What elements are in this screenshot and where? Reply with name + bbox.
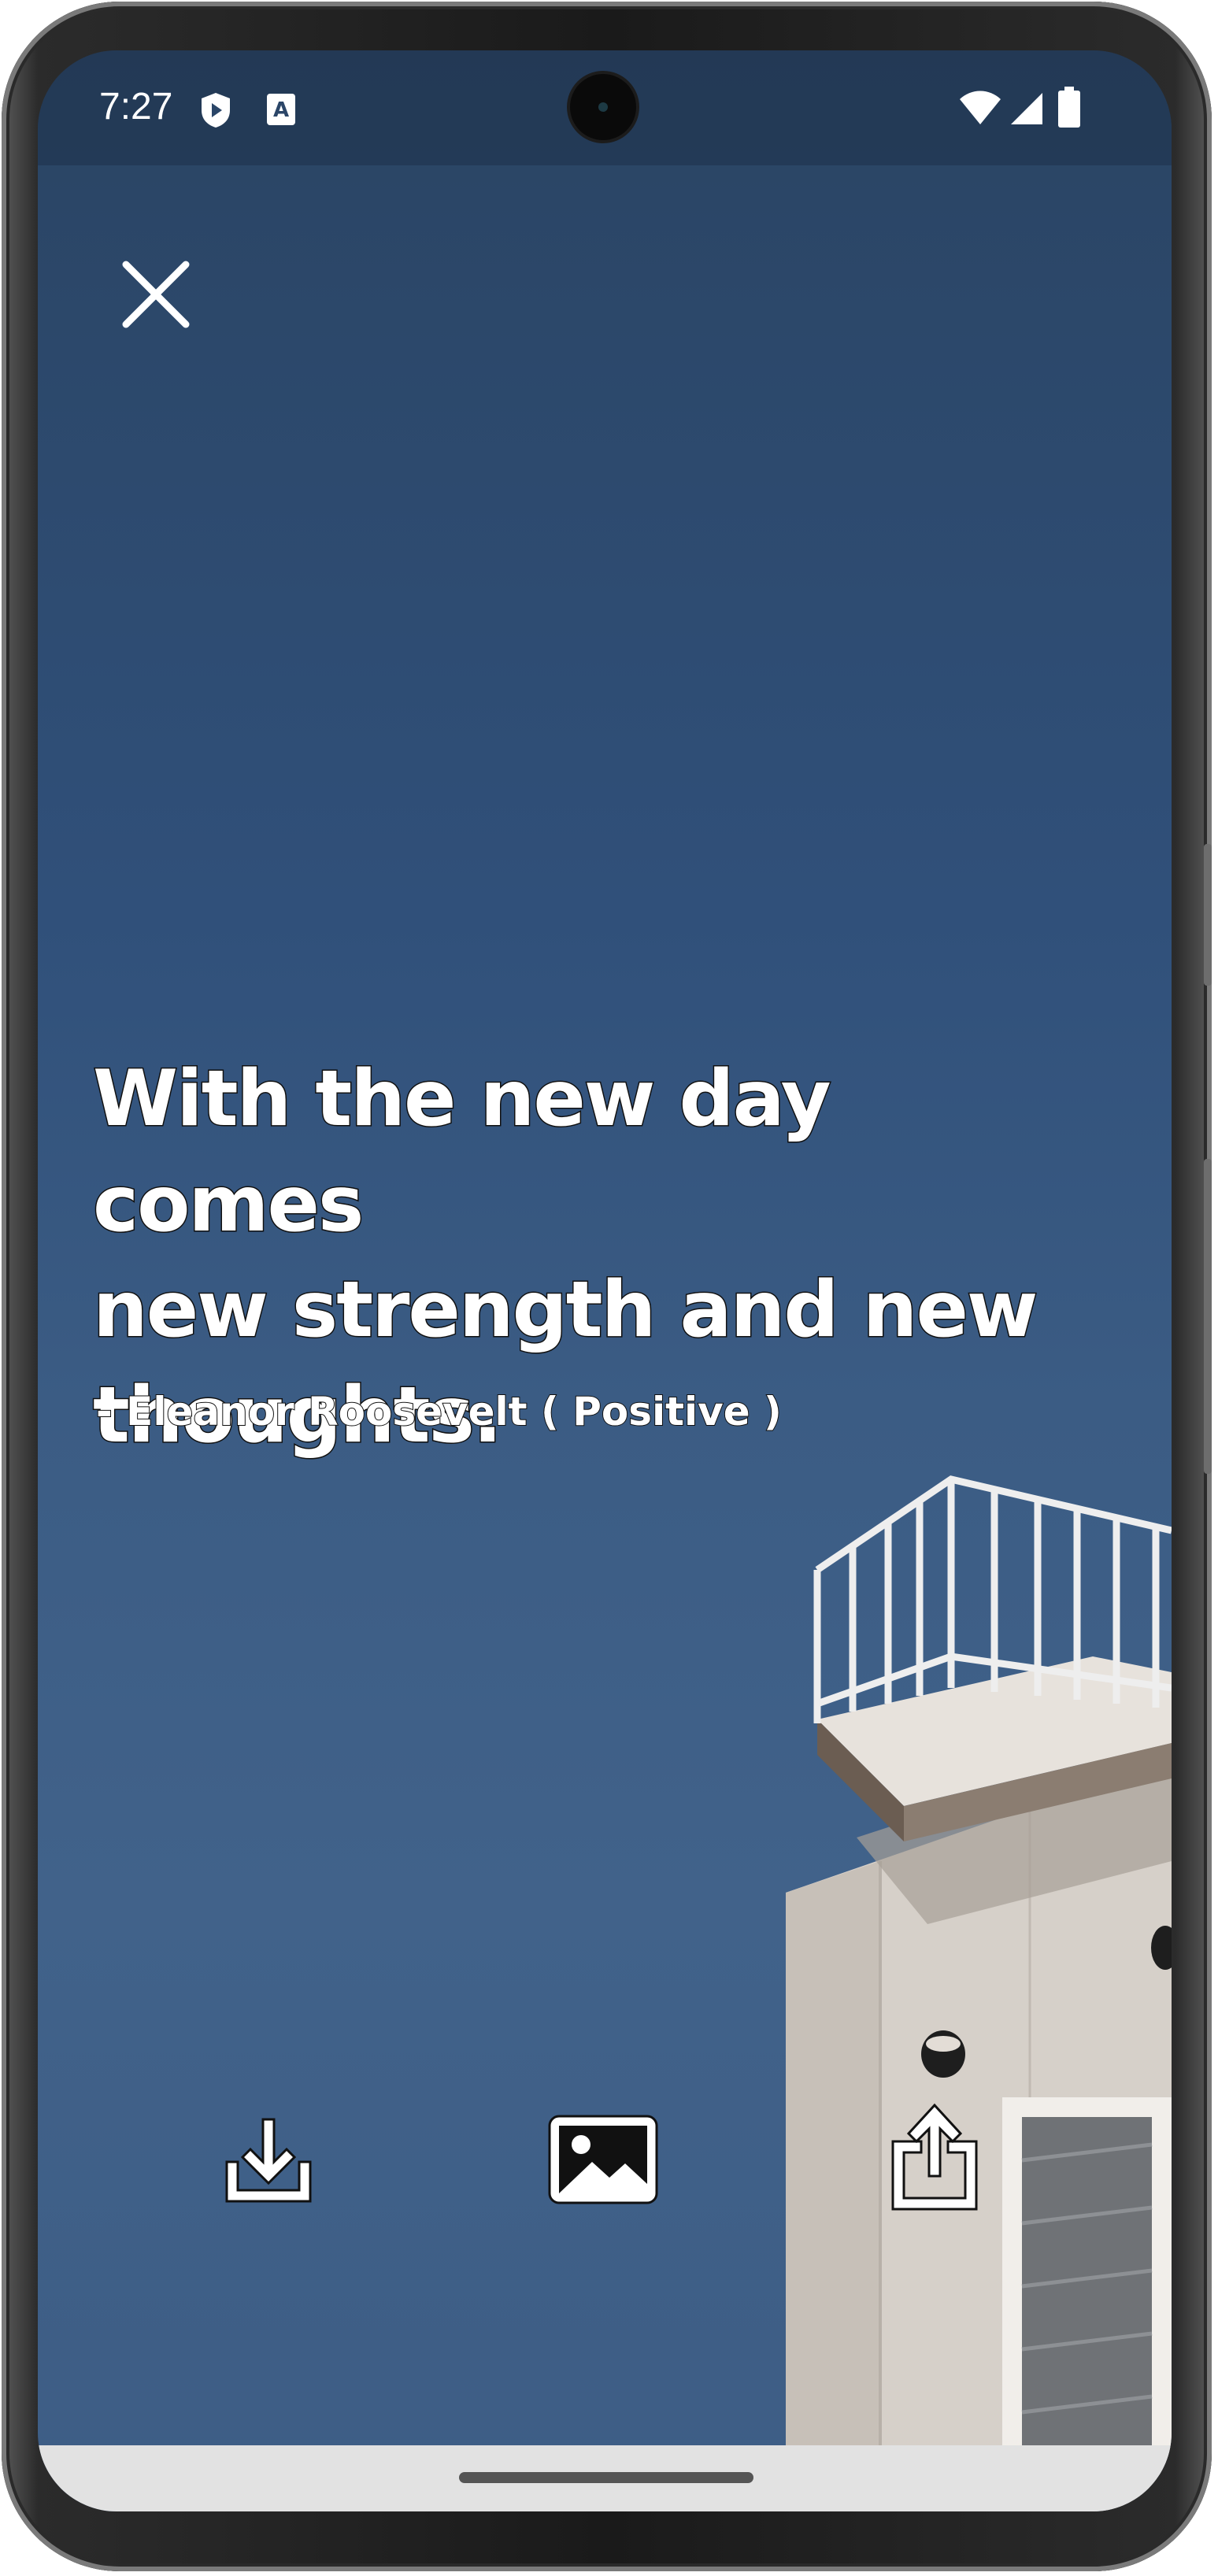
- battery-icon: [1058, 87, 1080, 128]
- quote-attribution: - Eleanor Roosevelt ( Positive ): [95, 1388, 783, 1435]
- quote-line-1: With the new day comes: [92, 1053, 833, 1251]
- status-bar: 7:27 A: [38, 50, 1172, 165]
- shield-play-icon: [202, 93, 230, 128]
- power-button: [1204, 844, 1212, 986]
- navigation-bar: [38, 2445, 1172, 2511]
- home-gesture-handle[interactable]: [459, 2472, 753, 2483]
- signal-icon: [1011, 93, 1042, 124]
- image-icon[interactable]: [546, 2113, 660, 2206]
- screen: 7:27 A With the new day comes new streng…: [38, 50, 1172, 2511]
- translate-a-icon: A: [267, 94, 295, 125]
- download-icon[interactable]: [222, 2113, 315, 2206]
- share-icon[interactable]: [888, 2100, 981, 2212]
- volume-button: [1204, 1159, 1212, 1474]
- wifi-icon: [960, 91, 1001, 124]
- front-camera: [570, 74, 636, 140]
- status-time: 7:27: [99, 86, 173, 128]
- close-icon[interactable]: [117, 255, 195, 334]
- svg-text:A: A: [273, 98, 289, 122]
- quote-line-2: new strength and new: [92, 1264, 1039, 1356]
